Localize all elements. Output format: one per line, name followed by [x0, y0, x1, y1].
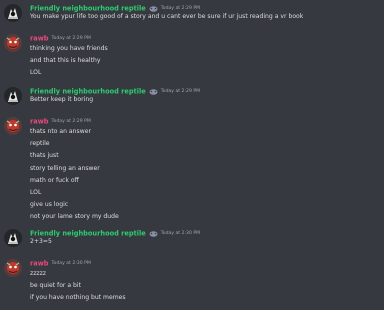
message-text: reptile	[30, 140, 50, 148]
message-text: be quiet for a bit	[30, 282, 81, 290]
rawb-avatar-icon[interactable]	[4, 259, 22, 277]
timestamp: Today at 2:30 PM	[160, 230, 201, 236]
message-text: LOL	[30, 69, 42, 77]
author-name[interactable]: rawb	[30, 118, 49, 126]
message-text: if you have nothing but memes	[30, 294, 126, 302]
reptile-avatar-icon[interactable]	[4, 229, 22, 247]
timestamp: Today at 2:29 PM	[51, 118, 91, 124]
message-text: thinking you have friends	[30, 45, 108, 52]
reptile-avatar-icon[interactable]	[4, 4, 22, 22]
message-text: and that this is healthy	[30, 57, 101, 65]
message-text: story telling an answer	[30, 164, 100, 172]
pet-emoji-icon	[149, 230, 158, 237]
pet-emoji-icon	[149, 88, 158, 95]
message-text: thats just	[30, 152, 59, 160]
timestamp: Today at 2:30 PM	[51, 260, 91, 266]
author-name[interactable]: rawb	[30, 260, 49, 268]
message-text: thats nto an answer	[30, 128, 91, 135]
message-text: LOL	[30, 188, 42, 196]
rawb-avatar-icon[interactable]	[4, 34, 22, 52]
reptile-avatar-icon[interactable]	[4, 87, 22, 105]
message-text: give us logic	[30, 201, 69, 209]
timestamp: Today at 2:29 PM	[51, 35, 91, 41]
message-text: not your lame story my dude	[30, 213, 119, 221]
timestamp: Today at 2:29 PM	[160, 88, 201, 94]
timestamp: Today at 2:29 PM	[160, 5, 201, 11]
message-text: zzzzz	[30, 270, 46, 277]
rawb-avatar-icon[interactable]	[4, 117, 22, 135]
message-text: math or fuck off	[30, 176, 79, 184]
message-text: 2+3=5	[30, 238, 52, 245]
message-text: Better keep it boring	[30, 96, 94, 103]
author-name[interactable]: rawb	[30, 35, 49, 43]
message-text: You make ypur life too good of a story a…	[30, 13, 304, 20]
